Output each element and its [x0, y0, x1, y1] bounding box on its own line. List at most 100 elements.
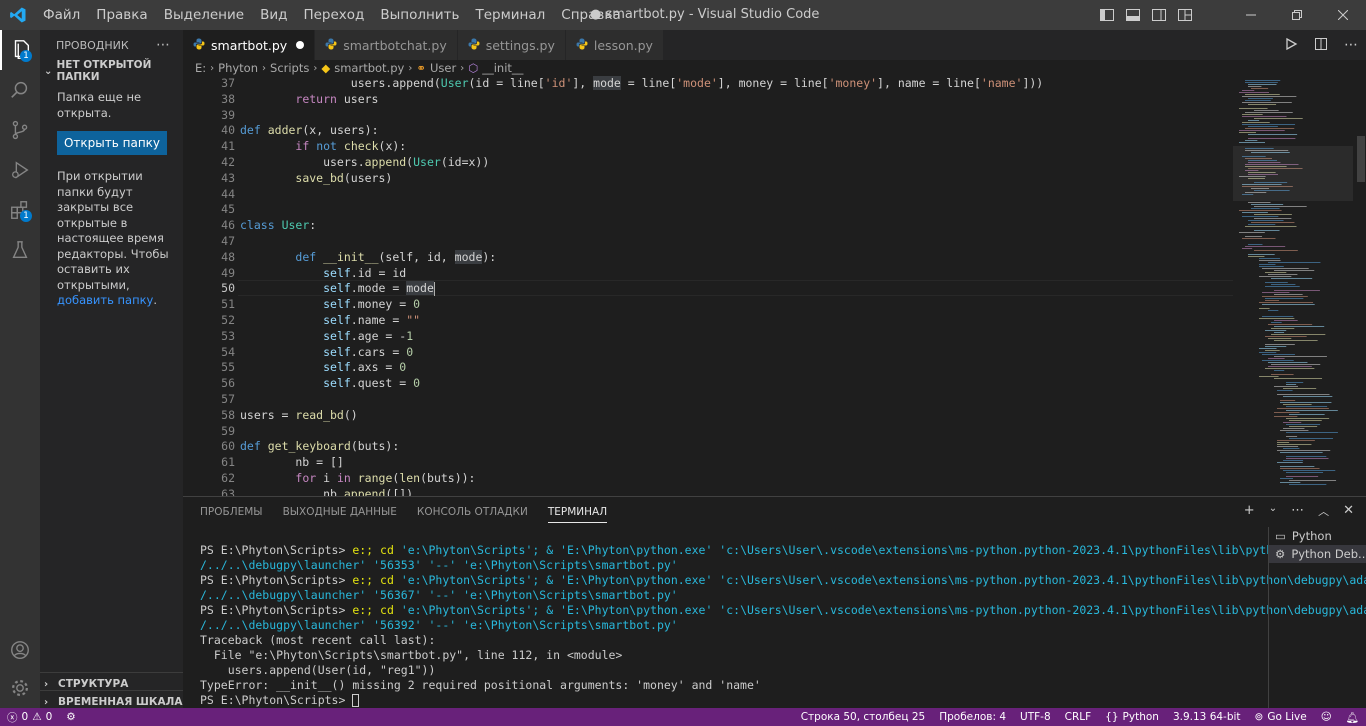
code-line[interactable]: 52 self.name = "": [183, 312, 1233, 328]
code-line[interactable]: 56 self.quest = 0: [183, 375, 1233, 391]
code-line[interactable]: 58 users = read_bd(): [183, 407, 1233, 423]
close-panel-icon[interactable]: ✕: [1343, 503, 1354, 519]
close-window-icon[interactable]: [1320, 0, 1366, 30]
code-line[interactable]: 47: [183, 233, 1233, 249]
code-line[interactable]: 50 self.mode = mode: [183, 280, 1233, 297]
code-line[interactable]: 46 class User:: [183, 217, 1233, 233]
code-line[interactable]: 41 if not check(x):: [183, 138, 1233, 154]
maximize-panel-icon[interactable]: ︿: [1318, 503, 1329, 519]
code-line[interactable]: 45: [183, 201, 1233, 217]
open-folder-button[interactable]: Открыть папку: [57, 131, 167, 155]
code-token: get_keyboard: [267, 439, 351, 454]
code-line[interactable]: 59: [183, 423, 1233, 439]
tab-lesson[interactable]: lesson.py: [565, 30, 664, 60]
source-control-icon[interactable]: [0, 110, 40, 150]
explorer-icon[interactable]: 1: [0, 30, 40, 70]
code-line[interactable]: 54 self.cars = 0: [183, 344, 1233, 360]
problems-status[interactable]: ⓧ 0 ⚠ 0: [0, 710, 59, 725]
code-line[interactable]: 55 self.axs = 0: [183, 359, 1233, 375]
code-line[interactable]: 51 self.money = 0: [183, 296, 1233, 312]
code-line[interactable]: 42 users.append(User(id=x)): [183, 154, 1233, 170]
code-line[interactable]: 62 for i in range(len(buts)):: [183, 470, 1233, 486]
run-debug-icon[interactable]: [0, 150, 40, 190]
debug-status[interactable]: ⚙: [59, 711, 82, 723]
line-number: 53: [221, 328, 235, 343]
minimize-icon[interactable]: [1228, 0, 1274, 30]
code-line[interactable]: 43 save_bd(users): [183, 170, 1233, 186]
panel-tab[interactable]: ВЫХОДНЫЕ ДАННЫЕ: [283, 506, 397, 518]
new-terminal-icon[interactable]: +: [1244, 503, 1255, 519]
more-actions-icon[interactable]: ⋯: [1291, 503, 1304, 519]
encoding[interactable]: UTF-8: [1013, 711, 1058, 723]
split-editor-icon[interactable]: [1314, 36, 1328, 55]
indentation[interactable]: Пробелов: 4: [932, 711, 1013, 723]
editor-scrollbar[interactable]: [1355, 76, 1366, 496]
code-line[interactable]: 57: [183, 391, 1233, 407]
code-line[interactable]: 60 def get_keyboard(buts):: [183, 438, 1233, 454]
menu-item[interactable]: Терминал: [467, 7, 553, 23]
code-text: return users: [240, 91, 378, 107]
breadcrumb-item[interactable]: Scripts: [270, 61, 309, 75]
tab-settings[interactable]: settings.py: [457, 30, 566, 60]
menu-item[interactable]: Выполнить: [372, 7, 467, 23]
more-actions-icon[interactable]: ⋯: [1344, 37, 1358, 53]
menu-item[interactable]: Файл: [35, 7, 88, 23]
toggle-sidebar-icon[interactable]: [1094, 0, 1120, 30]
code-token: User: [281, 218, 310, 233]
code-line[interactable]: 40 def adder(x, users):: [183, 122, 1233, 138]
tab-smartbot[interactable]: smartbot.py: [183, 30, 316, 60]
menu-item[interactable]: Вид: [252, 7, 295, 23]
panel-tab[interactable]: ПРОБЛЕМЫ: [200, 506, 263, 518]
manage-gear-icon[interactable]: [0, 668, 40, 708]
terminal-instance[interactable]: ▭ Python: [1269, 527, 1366, 545]
terminal-instance[interactable]: ⚙ Python Deb...: [1269, 545, 1366, 563]
go-live-button[interactable]: ⊚ Go Live: [1248, 711, 1314, 723]
code-editor[interactable]: 37 users.append(User(id = line['id'], mo…: [183, 76, 1233, 496]
breadcrumb-item[interactable]: Phyton: [218, 61, 258, 75]
restore-icon[interactable]: [1274, 0, 1320, 30]
testing-icon[interactable]: [0, 230, 40, 270]
line-number: 60: [221, 439, 235, 454]
search-icon[interactable]: [0, 70, 40, 110]
menu-item[interactable]: Переход: [295, 7, 372, 23]
code-line[interactable]: 37 users.append(User(id = line['id'], mo…: [183, 76, 1233, 91]
scrollbar-thumb[interactable]: [1357, 136, 1365, 182]
panel-tab[interactable]: ТЕРМИНАЛ: [547, 501, 608, 523]
minimap[interactable]: [1233, 76, 1353, 496]
cursor-position[interactable]: Строка 50, столбец 25: [794, 711, 933, 723]
more-actions-icon[interactable]: ⋯: [156, 37, 171, 53]
panel-tab[interactable]: КОНСОЛЬ ОТЛАДКИ: [417, 506, 528, 518]
menu-item[interactable]: Выделение: [156, 7, 252, 23]
terminal-output[interactable]: PS E:\Phyton\Scripts> e:; cd 'e:\Phyton\…: [200, 543, 1366, 708]
chevron-down-icon[interactable]: ⌄: [1269, 503, 1277, 519]
customize-layout-icon[interactable]: [1172, 0, 1198, 30]
notifications-bell-icon[interactable]: 🔔︎: [1339, 711, 1366, 724]
language-mode[interactable]: {} Python: [1098, 711, 1166, 723]
add-folder-link[interactable]: добавить папку: [57, 293, 153, 307]
accounts-icon[interactable]: [0, 630, 40, 670]
code-line[interactable]: 61 nb = []: [183, 454, 1233, 470]
toggle-panel-icon[interactable]: [1120, 0, 1146, 30]
no-folder-section[interactable]: ⌄ НЕТ ОТКРЫТОЙ ПАПКИ: [40, 59, 183, 83]
code-line[interactable]: 53 self.age = -1: [183, 328, 1233, 344]
run-python-file-icon[interactable]: [1284, 36, 1298, 55]
unsaved-dot-icon[interactable]: [296, 41, 305, 49]
extensions-icon[interactable]: 1: [0, 190, 40, 230]
tab-smartbotchat[interactable]: smartbotchat.py: [315, 30, 458, 60]
code-line[interactable]: 38 return users: [183, 91, 1233, 107]
code-line[interactable]: 44: [183, 186, 1233, 202]
breadcrumb-item[interactable]: smartbot.py: [334, 61, 404, 75]
code-line[interactable]: 63 nb.append([]): [183, 486, 1233, 496]
breadcrumb-item[interactable]: User: [430, 61, 456, 75]
end-of-line[interactable]: CRLF: [1058, 711, 1099, 723]
code-line[interactable]: 49 self.id = id: [183, 265, 1233, 281]
accounts-status-icon[interactable]: ☺: [1314, 711, 1339, 723]
code-line[interactable]: 48 def __init__(self, id, mode):: [183, 249, 1233, 265]
python-interpreter[interactable]: 3.9.13 64-bit: [1166, 711, 1248, 723]
toggle-secondary-sidebar-icon[interactable]: [1146, 0, 1172, 30]
breadcrumb-item[interactable]: E:: [195, 61, 206, 75]
text-cursor: [433, 281, 435, 296]
menu-item[interactable]: Правка: [88, 7, 155, 23]
code-line[interactable]: 39: [183, 107, 1233, 123]
breadcrumb-item[interactable]: __init__: [482, 61, 523, 75]
